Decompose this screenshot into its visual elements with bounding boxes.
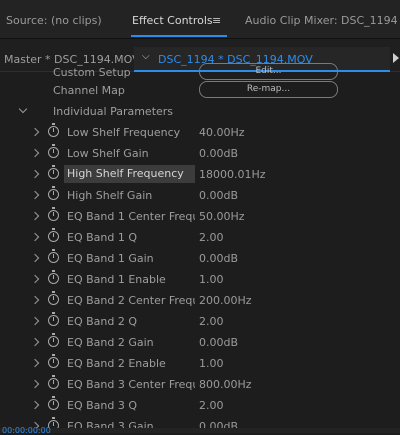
active-tab-indicator	[131, 35, 227, 37]
param-value[interactable]: 40.00Hz	[199, 126, 245, 139]
param-name: High Shelf Frequency	[64, 165, 195, 183]
stopwatch-icon[interactable]	[48, 228, 59, 242]
stopwatch-icon[interactable]	[48, 144, 59, 158]
stopwatch-icon[interactable]	[48, 312, 59, 326]
param-value[interactable]: 50.00Hz	[199, 210, 245, 223]
param-value[interactable]: 2.00	[199, 399, 224, 412]
expand-chevron-icon[interactable]	[18, 104, 28, 114]
param-row[interactable]: EQ Band 2 Center Frequ... 200.00Hz	[0, 291, 400, 312]
effect-parameter-list: Custom Setup Edit... Channel Map Re-map.…	[0, 60, 400, 428]
stopwatch-icon[interactable]	[48, 375, 59, 389]
tab-effect-controls[interactable]: Effect Controls	[132, 14, 213, 27]
param-row[interactable]: EQ Band 2 Enable 1.00	[0, 354, 400, 375]
panel-menu-icon[interactable]: ≡	[212, 14, 221, 27]
stopwatch-icon[interactable]	[48, 270, 59, 284]
param-name: EQ Band 2 Gain	[67, 336, 154, 349]
param-value[interactable]: 2.00	[199, 231, 224, 244]
disclosure-arrow-icon[interactable]	[30, 211, 40, 221]
disclosure-arrow-icon[interactable]	[30, 232, 40, 242]
param-name: EQ Band 1 Gain	[67, 252, 154, 265]
param-value[interactable]: 0.00dB	[199, 420, 238, 428]
param-row-selected[interactable]: High Shelf Frequency 18000.01Hz	[0, 165, 400, 186]
param-row[interactable]: Low Shelf Frequency 40.00Hz	[0, 123, 400, 144]
custom-setup-label: Custom Setup	[53, 66, 131, 79]
param-name: EQ Band 2 Enable	[67, 357, 166, 370]
current-timecode[interactable]: 00:00:00:00	[2, 426, 51, 435]
tab-source[interactable]: Source: (no clips)	[6, 14, 102, 27]
param-value[interactable]: 1.00	[199, 273, 224, 286]
stopwatch-icon[interactable]	[48, 186, 59, 200]
disclosure-arrow-icon[interactable]	[30, 190, 40, 200]
param-row[interactable]: EQ Band 3 Q 2.00	[0, 396, 400, 417]
param-row[interactable]: EQ Band 3 Gain 0.00dB	[0, 417, 400, 428]
disclosure-arrow-icon[interactable]	[30, 295, 40, 305]
param-row[interactable]: EQ Band 3 Center Frequ... 800.00Hz	[0, 375, 400, 396]
param-value[interactable]: 0.00dB	[199, 147, 238, 160]
disclosure-arrow-icon[interactable]	[30, 274, 40, 284]
param-name: EQ Band 1 Center Frequ...	[67, 210, 195, 223]
param-value[interactable]: 0.00dB	[199, 252, 238, 265]
param-name: EQ Band 3 Gain	[67, 420, 154, 428]
param-row[interactable]: High Shelf Gain 0.00dB	[0, 186, 400, 207]
edit-button[interactable]: Edit...	[199, 63, 338, 80]
disclosure-arrow-icon[interactable]	[30, 148, 40, 158]
param-row[interactable]: EQ Band 1 Gain 0.00dB	[0, 249, 400, 270]
group-label: Individual Parameters	[53, 105, 174, 118]
stopwatch-icon[interactable]	[48, 165, 59, 179]
param-name: EQ Band 2 Q	[67, 315, 137, 328]
disclosure-arrow-icon[interactable]	[30, 400, 40, 410]
param-name: EQ Band 1 Q	[67, 231, 137, 244]
channel-map-row: Channel Map Re-map...	[0, 81, 400, 102]
individual-parameters-group[interactable]: Individual Parameters	[0, 102, 400, 123]
channel-map-label: Channel Map	[53, 84, 125, 97]
param-name: Low Shelf Frequency	[67, 126, 181, 139]
panel-footer: 00:00:00:00	[0, 426, 400, 435]
param-row[interactable]: EQ Band 1 Center Frequ... 50.00Hz	[0, 207, 400, 228]
stopwatch-icon[interactable]	[48, 396, 59, 410]
param-name: EQ Band 1 Enable	[67, 273, 166, 286]
panel-tab-bar: Source: (no clips) Effect Controls ≡ Aud…	[0, 0, 400, 39]
param-row[interactable]: EQ Band 1 Enable 1.00	[0, 270, 400, 291]
disclosure-arrow-icon[interactable]	[30, 379, 40, 389]
param-value[interactable]: 0.00dB	[199, 336, 238, 349]
tab-audio-clip-mixer[interactable]: Audio Clip Mixer: DSC_1194	[245, 14, 398, 27]
stopwatch-icon[interactable]	[48, 354, 59, 368]
disclosure-arrow-icon[interactable]	[30, 127, 40, 137]
disclosure-arrow-icon[interactable]	[30, 253, 40, 263]
disclosure-arrow-icon[interactable]	[30, 337, 40, 347]
param-value[interactable]: 1.00	[199, 357, 224, 370]
stopwatch-icon[interactable]	[48, 291, 59, 305]
param-name: Low Shelf Gain	[67, 147, 149, 160]
param-row[interactable]: EQ Band 1 Q 2.00	[0, 228, 400, 249]
param-row[interactable]: EQ Band 2 Q 2.00	[0, 312, 400, 333]
remap-button[interactable]: Re-map...	[199, 81, 338, 98]
stopwatch-icon[interactable]	[48, 123, 59, 137]
disclosure-arrow-icon[interactable]	[30, 358, 40, 368]
param-value[interactable]: 2.00	[199, 315, 224, 328]
stopwatch-icon[interactable]	[48, 207, 59, 221]
param-value[interactable]: 0.00dB	[199, 189, 238, 202]
param-value[interactable]: 800.00Hz	[199, 378, 252, 391]
param-value[interactable]: 18000.01Hz	[199, 168, 266, 181]
disclosure-arrow-icon[interactable]	[30, 316, 40, 326]
param-row[interactable]: Low Shelf Gain 0.00dB	[0, 144, 400, 165]
stopwatch-icon[interactable]	[48, 249, 59, 263]
param-name: EQ Band 2 Center Frequ...	[67, 294, 195, 307]
param-name: High Shelf Gain	[67, 189, 153, 202]
param-name: EQ Band 3 Q	[67, 399, 137, 412]
disclosure-arrow-icon[interactable]	[30, 169, 40, 179]
param-row[interactable]: EQ Band 2 Gain 0.00dB	[0, 333, 400, 354]
param-value[interactable]: 200.00Hz	[199, 294, 252, 307]
param-name: EQ Band 3 Center Frequ...	[67, 378, 195, 391]
stopwatch-icon[interactable]	[48, 333, 59, 347]
